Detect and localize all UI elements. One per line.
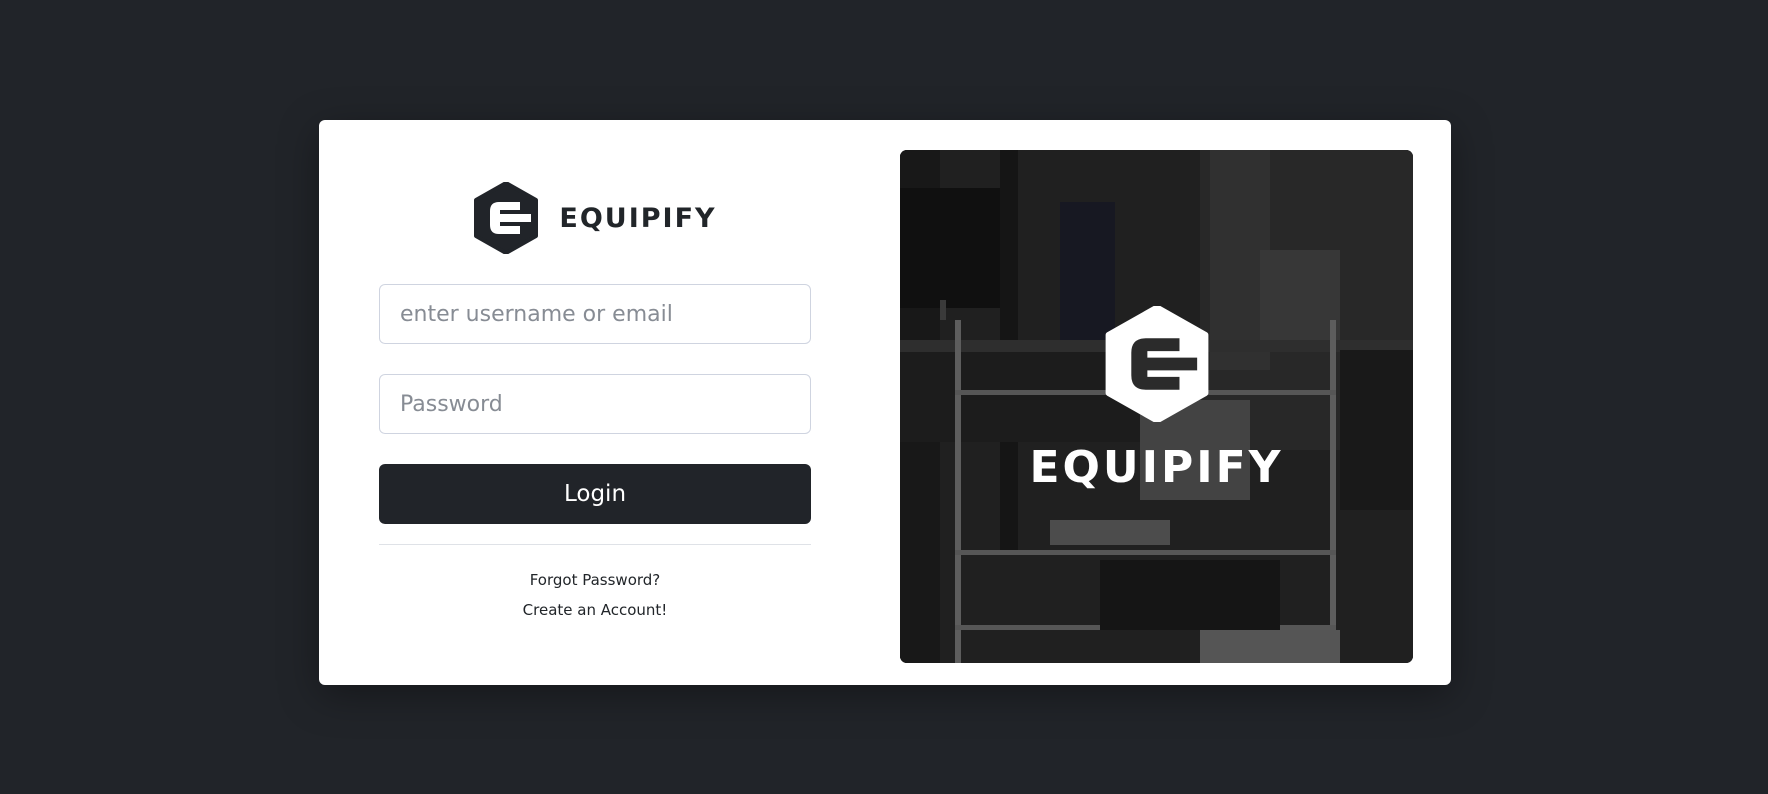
hero-image-panel: EQUIPIFY (900, 150, 1413, 663)
hero-brand-name: EQUIPIFY (1029, 442, 1284, 493)
login-card: EQUIPIFY Login Forgot Password? Create a… (319, 120, 1451, 685)
login-panel: EQUIPIFY Login Forgot Password? Create a… (379, 120, 811, 685)
hero-brand: EQUIPIFY (900, 306, 1413, 493)
equipify-logo-icon (474, 182, 539, 254)
divider (379, 544, 811, 545)
password-input[interactable] (379, 374, 811, 434)
login-page: EQUIPIFY Login Forgot Password? Create a… (0, 0, 1768, 794)
login-button[interactable]: Login (379, 464, 811, 524)
username-input[interactable] (379, 284, 811, 344)
brand-header: EQUIPIFY (379, 182, 811, 254)
forgot-password-link[interactable]: Forgot Password? (379, 571, 811, 589)
create-account-link[interactable]: Create an Account! (379, 601, 811, 619)
equipify-logo-white-icon (1105, 306, 1208, 422)
brand-name: EQUIPIFY (559, 202, 717, 234)
